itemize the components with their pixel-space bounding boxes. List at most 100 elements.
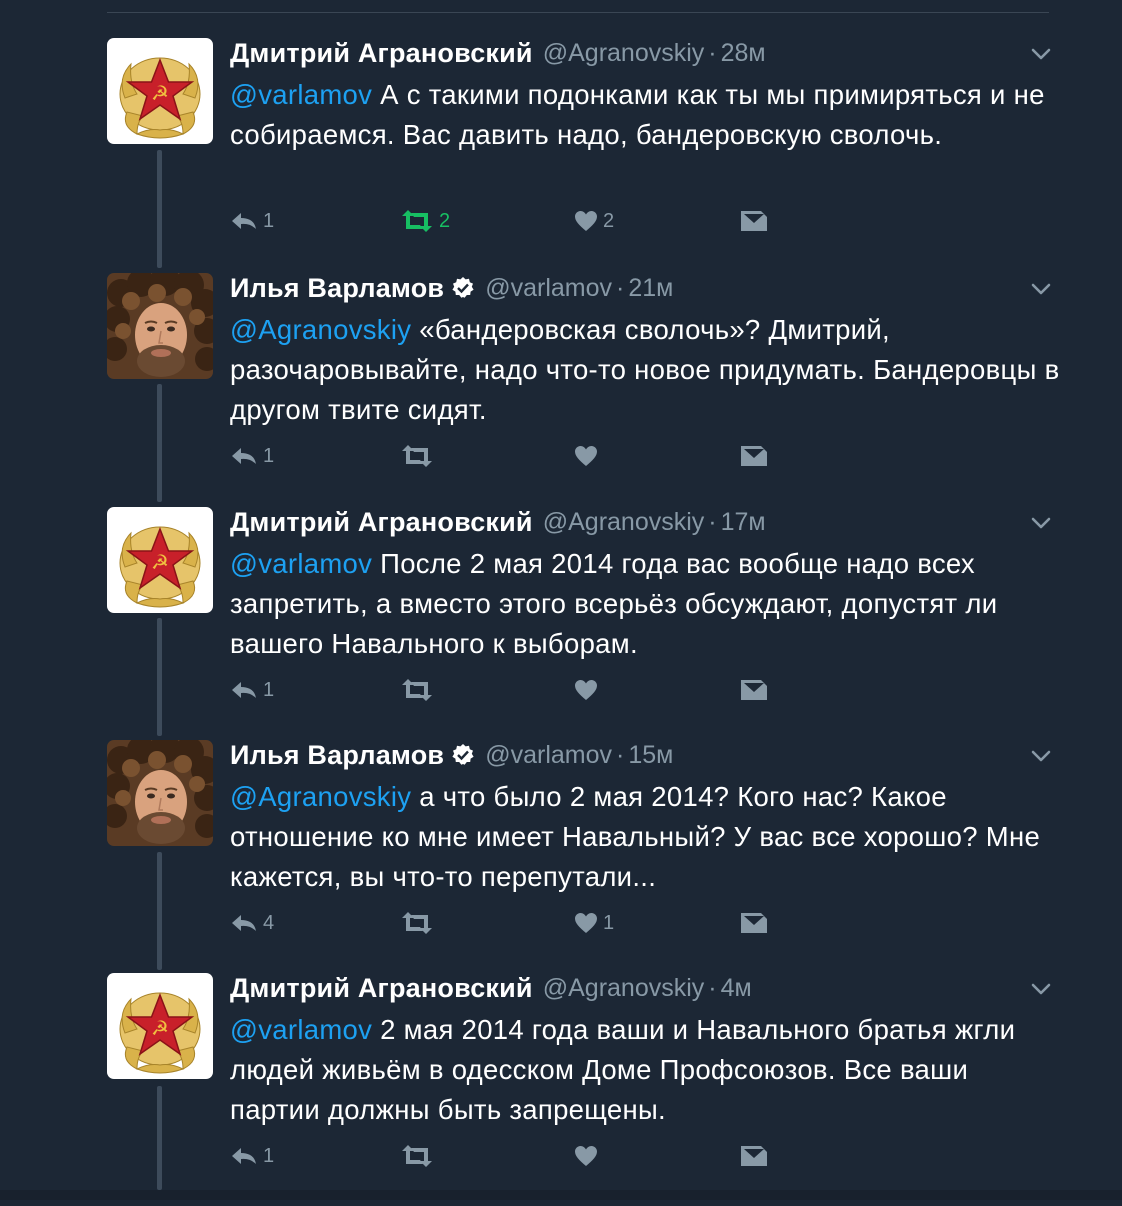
heart-icon [574,445,598,467]
separator-dot: · [708,39,716,68]
like-button[interactable] [574,675,603,705]
envelope-icon [740,445,768,467]
tweet-actions: 4 1 [230,908,770,938]
timestamp[interactable]: 21м [628,274,673,303]
tweet[interactable]: Дмитрий Аграновский @Agranovskiy · 17м @… [0,507,1122,740]
timestamp[interactable]: 28м [721,39,766,68]
mention-link[interactable]: @varlamov [230,79,372,110]
curly-haired-man-photo [107,273,213,379]
direct-message-button[interactable] [740,675,768,705]
tweet-text: @Agranovskiy а что было 2 мая 2014? Кого… [230,777,1060,897]
reply-count: 1 [263,1145,274,1168]
reply-icon [230,210,258,232]
direct-message-button[interactable] [740,206,768,236]
tweet-actions: 1 [230,441,770,471]
display-name[interactable]: Дмитрий Аграновский [230,38,533,69]
heart-icon [574,1145,598,1167]
like-button[interactable] [574,441,603,471]
avatar[interactable] [107,740,213,846]
display-name[interactable]: Илья Варламов [230,273,444,304]
chevron-down-icon[interactable] [1030,512,1052,534]
tweet-text: @Agranovskiy «бандеровская сволочь»? Дми… [230,310,1060,430]
chevron-down-icon[interactable] [1030,43,1052,65]
reply-button[interactable]: 1 [230,675,274,705]
direct-message-button[interactable] [740,1141,768,1171]
retweet-icon [400,210,434,232]
retweet-button[interactable] [400,908,439,938]
direct-message-button[interactable] [740,908,768,938]
reply-icon [230,445,258,467]
envelope-icon [740,679,768,701]
separator-dot: · [616,741,624,770]
user-handle[interactable]: @Agranovskiy [543,974,705,1003]
retweet-button[interactable] [400,675,439,705]
user-handle[interactable]: @varlamov [485,741,612,770]
like-button[interactable] [574,1141,603,1171]
direct-message-button[interactable] [740,441,768,471]
avatar[interactable] [107,38,213,144]
reply-button[interactable]: 1 [230,206,274,236]
reply-count: 1 [263,210,274,233]
retweet-icon [400,912,434,934]
tweet-text: @varlamov После 2 мая 2014 года вас вооб… [230,544,1060,664]
retweet-button[interactable] [400,441,439,471]
heart-icon [574,679,598,701]
soviet-star-cockade-icon [107,38,213,144]
avatar[interactable] [107,273,213,379]
tweet-header: Илья Варламов @varlamov · 21м [230,273,673,303]
tweet-header: Илья Варламов @varlamov · 15м [230,740,673,770]
tweet-header: Дмитрий Аграновский @Agranovskiy · 28м [230,38,766,68]
reply-count: 4 [263,912,274,935]
display-name[interactable]: Дмитрий Аграновский [230,507,533,538]
display-name[interactable]: Дмитрий Аграновский [230,973,533,1004]
separator-dot: · [708,508,716,537]
soviet-star-cockade-icon [107,973,213,1079]
chevron-down-icon[interactable] [1030,745,1052,767]
timestamp[interactable]: 15м [628,741,673,770]
tweet[interactable]: Дмитрий Аграновский @Agranovskiy · 4м @v… [0,973,1122,1206]
timestamp[interactable]: 17м [721,508,766,537]
reply-count: 1 [263,445,274,468]
tweet-header: Дмитрий Аграновский @Agranovskiy · 4м [230,973,752,1003]
like-count: 1 [603,912,614,935]
chevron-down-icon[interactable] [1030,278,1052,300]
tweet[interactable]: Дмитрий Аграновский @Agranovskiy · 28м @… [0,38,1122,271]
timestamp[interactable]: 4м [721,974,752,1003]
reply-button[interactable]: 4 [230,908,274,938]
user-handle[interactable]: @Agranovskiy [543,39,705,68]
tweet-actions: 1 [230,1141,770,1171]
verified-badge-icon [451,743,475,767]
mention-link[interactable]: @varlamov [230,548,372,579]
tweet-header: Дмитрий Аграновский @Agranovskiy · 17м [230,507,766,537]
user-handle[interactable]: @varlamov [485,274,612,303]
retweet-button[interactable] [400,1141,439,1171]
reply-icon [230,679,258,701]
reply-button[interactable]: 1 [230,1141,274,1171]
mention-link[interactable]: @Agranovskiy [230,314,411,345]
avatar[interactable] [107,507,213,613]
like-button[interactable]: 1 [574,908,614,938]
envelope-icon [740,912,768,934]
curly-haired-man-photo [107,740,213,846]
mention-link[interactable]: @Agranovskiy [230,781,411,812]
mention-link[interactable]: @varlamov [230,1014,372,1045]
avatar[interactable] [107,973,213,1079]
display-name[interactable]: Илья Варламов [230,740,444,771]
tweet[interactable]: Илья Варламов @varlamov · 21м @Agranovsk… [0,273,1122,506]
retweet-icon [400,679,434,701]
chevron-down-icon[interactable] [1030,978,1052,1000]
tweet-text: @varlamov А с такими подонками как ты мы… [230,75,1060,155]
separator-dot: · [616,274,624,303]
bottom-band [0,1190,1122,1200]
verified-badge-icon [451,276,475,300]
user-handle[interactable]: @Agranovskiy [543,508,705,537]
separator-dot: · [708,974,716,1003]
retweet-button[interactable]: 2 [400,206,450,236]
reply-button[interactable]: 1 [230,441,274,471]
retweet-icon [400,1145,434,1167]
envelope-icon [740,210,768,232]
tweet[interactable]: Илья Варламов @varlamov · 15м @Agranovsk… [0,740,1122,973]
tweet-actions: 1 2 2 [230,206,770,236]
like-button[interactable]: 2 [574,206,614,236]
heart-icon [574,912,598,934]
